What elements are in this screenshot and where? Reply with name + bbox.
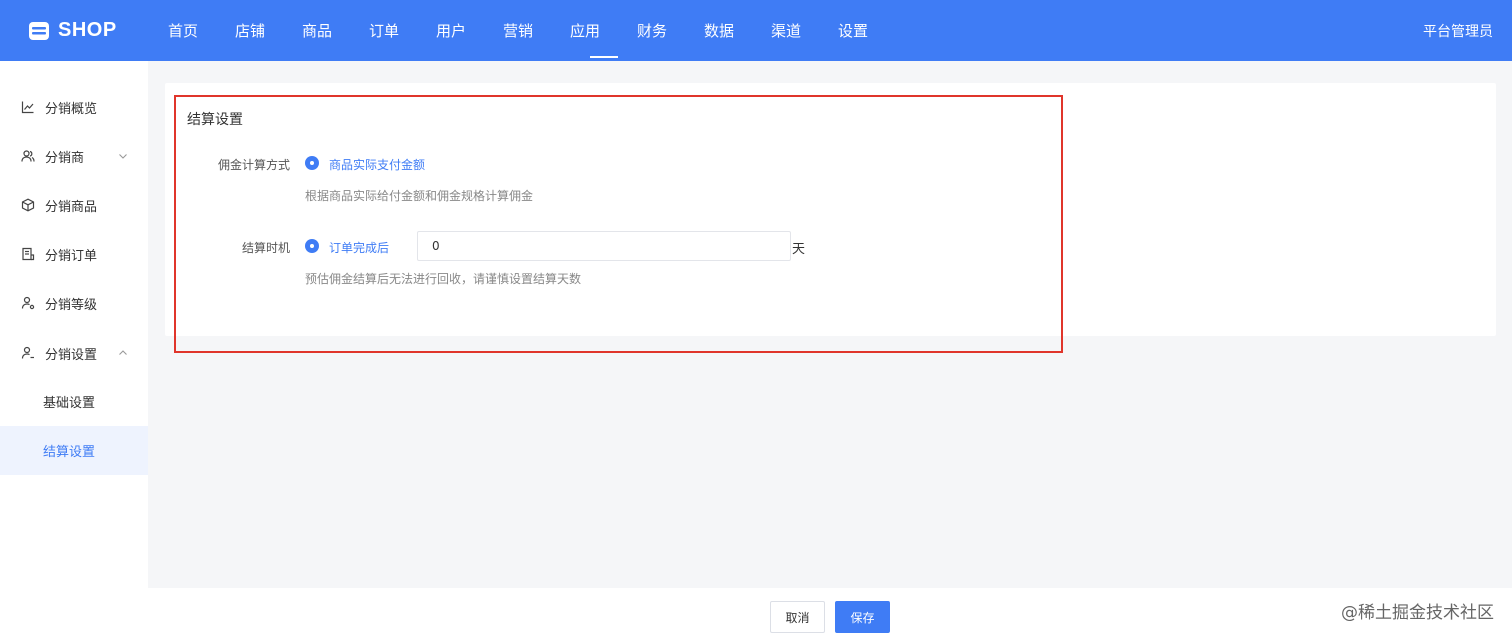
watermark-text: @稀土掘金技术社区 [1341, 603, 1494, 623]
sidebar-item-products[interactable]: 分销商品 [0, 181, 148, 229]
sidebar: 分销概览 分销商 分销商品 分销订单 分销等级 分销设置 基础设置 结算设置 [0, 61, 148, 639]
nav-finance[interactable]: 财务 [637, 0, 704, 61]
commission-method-hint: 根据商品实际给付金额和佣金规格计算佣金 [305, 189, 534, 203]
nav-store[interactable]: 店铺 [235, 0, 302, 61]
nav-products[interactable]: 商品 [302, 0, 369, 61]
settlement-settings-card: 结算设置 [165, 83, 1496, 336]
sidebar-item-label: 分销概览 [45, 101, 98, 117]
sidebar-item-orders[interactable]: 分销订单 [0, 230, 148, 278]
users-icon [21, 150, 35, 162]
sidebar-subitem-settlement-settings[interactable]: 结算设置 [0, 426, 148, 475]
chevron-down-icon [119, 154, 127, 159]
settlement-days-unit: 天 [792, 242, 806, 257]
store-icon [29, 21, 49, 40]
sidebar-item-distributors[interactable]: 分销商 [0, 132, 148, 180]
sidebar-subitem-basic-settings[interactable]: 基础设置 [0, 377, 148, 426]
sidebar-item-label: 分销商品 [45, 199, 98, 215]
settlement-time-label: 结算时机 [241, 241, 290, 255]
sidebar-item-settings[interactable]: 分销设置 [0, 329, 148, 377]
top-navigation-bar: SHOP 首页 店铺 商品 订单 用户 营销 应用 财务 数据 渠道 设置 平台… [0, 0, 1512, 61]
settlement-days-input[interactable] [417, 231, 791, 261]
sidebar-item-overview[interactable]: 分销概览 [0, 83, 148, 131]
user-settings-icon [21, 346, 34, 359]
footer-action-bar [148, 588, 1512, 639]
settlement-time-option[interactable]: 订单完成后 [329, 239, 389, 256]
user-level-icon [21, 296, 35, 310]
commission-method-option[interactable]: 商品实际支付金额 [329, 156, 425, 173]
nav-home[interactable]: 首页 [168, 0, 235, 61]
cancel-button[interactable]: 取消 [770, 601, 825, 633]
nav-users[interactable]: 用户 [436, 0, 503, 61]
save-button[interactable]: 保存 [835, 601, 890, 633]
commission-method-radio[interactable] [305, 156, 319, 170]
commission-method-label: 佣金计算方式 [217, 158, 290, 172]
nav-settings[interactable]: 设置 [838, 0, 905, 61]
sidebar-item-label: 分销商 [45, 150, 85, 166]
nav-orders[interactable]: 订单 [369, 0, 436, 61]
sidebar-item-label: 分销订单 [45, 248, 98, 264]
brand-logo[interactable]: SHOP [28, 19, 166, 42]
box-icon [21, 198, 35, 212]
page-title: 结算设置 [187, 112, 243, 128]
sidebar-item-label: 分销设置 [45, 347, 98, 363]
sidebar-item-label: 分销等级 [45, 297, 98, 313]
brand-name: SHOP [58, 19, 117, 41]
nav-data[interactable]: 数据 [704, 0, 771, 61]
nav-apps[interactable]: 应用 [570, 0, 637, 61]
nav-channels[interactable]: 渠道 [771, 0, 838, 61]
nav-marketing[interactable]: 营销 [503, 0, 570, 61]
line-chart-icon [21, 101, 34, 114]
main-nav: 首页 店铺 商品 订单 用户 营销 应用 财务 数据 渠道 设置 [166, 0, 905, 61]
order-icon [22, 247, 35, 261]
chevron-up-icon [119, 350, 127, 355]
user-menu[interactable]: 平台管理员 [1423, 0, 1493, 61]
settlement-time-hint: 预估佣金结算后无法进行回收，请谨慎设置结算天数 [305, 272, 582, 286]
sidebar-item-levels[interactable]: 分销等级 [0, 279, 148, 327]
settlement-time-radio[interactable] [305, 239, 319, 253]
